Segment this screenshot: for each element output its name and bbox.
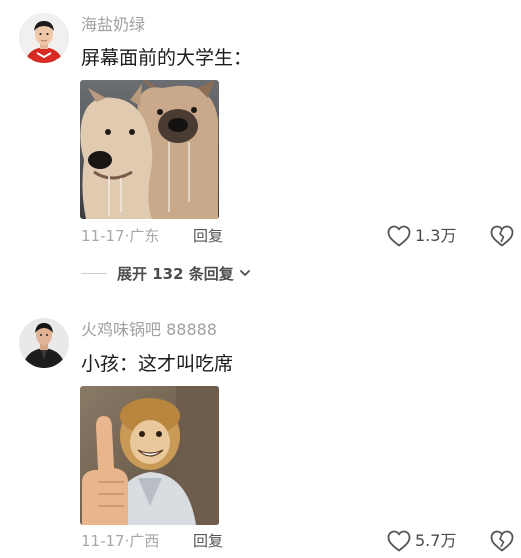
chevron-down-icon (239, 270, 250, 276)
comment-item: 海盐奶绿 屏幕面前的大学生： 11-17·广东 回复 1.3万 (0, 0, 521, 250)
like-button[interactable]: 1.3万 (387, 224, 456, 248)
comment-time-location: 11-17·广东 (81, 224, 159, 248)
comment-image[interactable] (80, 386, 219, 525)
comment-image[interactable] (80, 80, 219, 219)
monkey-thumbs-up-image (80, 386, 219, 525)
broken-heart-icon (490, 530, 514, 552)
like-count: 1.3万 (415, 226, 457, 245)
expand-divider (81, 272, 107, 274)
like-count: 5.7万 (415, 531, 457, 550)
heart-icon (387, 225, 411, 247)
reply-button[interactable]: 回复 (193, 529, 223, 553)
comment-meta: 11-17·广西 回复 5.7万 (81, 529, 521, 553)
comment-location: 广西 (129, 532, 160, 550)
comment-item: 火鸡味锅吧 88888 小孩：这才叫吃席 11-17·广西 回复 5.7万 (0, 300, 521, 558)
avatar-racer-icon (19, 13, 69, 63)
expand-replies-button[interactable]: 展开 132 条回复 (81, 261, 252, 285)
comment-meta: 11-17·广东 回复 1.3万 (81, 224, 521, 248)
comment-username[interactable]: 海盐奶绿 (81, 15, 145, 35)
reply-button[interactable]: 回复 (193, 224, 223, 248)
broken-heart-icon (490, 225, 514, 247)
heart-icon (387, 530, 411, 552)
user-avatar[interactable] (19, 13, 69, 63)
dislike-button[interactable] (489, 224, 515, 248)
comment-time-location: 11-17·广西 (81, 529, 159, 553)
dislike-button[interactable] (489, 529, 515, 553)
drooling-dogs-image (80, 80, 219, 219)
comment-time: 11-17 (81, 532, 125, 550)
user-avatar[interactable] (19, 318, 69, 368)
comment-username[interactable]: 火鸡味锅吧 88888 (81, 320, 217, 340)
comment-text: 屏幕面前的大学生： (81, 47, 253, 69)
expand-replies-label: 展开 132 条回复 (117, 264, 234, 283)
avatar-dark-jacket-icon (19, 318, 69, 368)
comment-location: 广东 (129, 227, 160, 245)
like-button[interactable]: 5.7万 (387, 529, 456, 553)
comment-text: 小孩：这才叫吃席 (81, 353, 234, 375)
comment-time: 11-17 (81, 227, 125, 245)
